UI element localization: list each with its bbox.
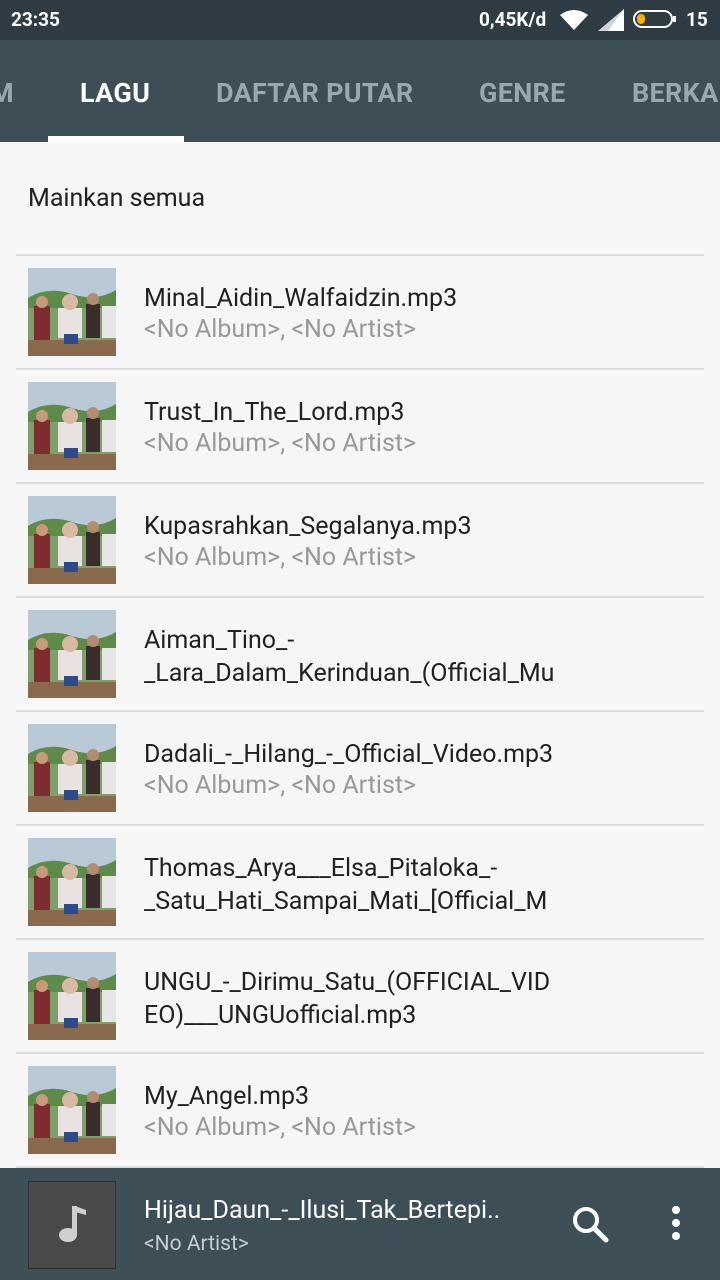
active-tab-indicator (48, 136, 184, 142)
battery-icon (633, 10, 677, 28)
music-note-icon (59, 1206, 86, 1242)
song-thumbnail (28, 838, 116, 926)
wifi-icon (560, 9, 588, 36)
album-art[interactable] (28, 1181, 116, 1269)
song-title: Kupasrahkan_Segalanya.mp3 (144, 512, 472, 541)
song-thumbnail (28, 610, 116, 698)
tab-songs[interactable]: LAGU (80, 77, 150, 109)
now-playing-title[interactable]: Hijau_Daun_-_Ilusi_Tak_Bertepi.. (144, 1196, 500, 1225)
tab-album[interactable]: M (0, 77, 14, 109)
search-icon[interactable] (570, 1204, 610, 1248)
song-row[interactable]: My_Angel.mp3 <No Album>, <No Artist> (16, 1054, 704, 1168)
tab-genre[interactable]: GENRE (479, 77, 566, 109)
status-time: 23:35 (11, 8, 60, 31)
tab-folders[interactable]: BERKA (632, 77, 719, 109)
song-row[interactable]: Thomas_Arya___Elsa_Pitaloka_- _Satu_Hati… (16, 826, 704, 940)
song-row[interactable]: UNGU_-_Dirimu_Satu_(OFFICIAL_VID EO)___U… (16, 940, 704, 1054)
signal-icon (598, 9, 624, 36)
song-title: Minal_Aidin_Walfaidzin.mp3 (144, 284, 458, 313)
song-thumbnail (28, 268, 116, 356)
song-title: UNGU_-_Dirimu_Satu_(OFFICIAL_VID EO)___U… (144, 968, 551, 1030)
mini-player[interactable]: Hijau_Daun_-_Ilusi_Tak_Bertepi.. <No Art… (0, 1168, 720, 1280)
song-row[interactable]: Aiman_Tino_- _Lara_Dalam_Kerinduan_(Offi… (16, 598, 704, 712)
song-title: Dadali_-_Hilang_-_Official_Video.mp3 (144, 740, 554, 769)
status-bar: 23:35 0,45K/d 15 (0, 0, 720, 40)
song-title: Trust_In_The_Lord.mp3 (144, 398, 405, 427)
song-title: Aiman_Tino_- _Lara_Dalam_Kerinduan_(Offi… (144, 626, 555, 688)
song-thumbnail (28, 724, 116, 812)
song-subtitle: <No Album>, <No Artist> (144, 1113, 417, 1142)
song-subtitle: <No Album>, <No Artist> (144, 429, 417, 458)
song-subtitle: <No Album>, <No Artist> (144, 543, 417, 572)
now-playing-artist: <No Artist> (144, 1232, 249, 1256)
tab-bar: M LAGU DAFTAR PUTAR GENRE BERKA (0, 40, 720, 142)
song-row[interactable]: Dadali_-_Hilang_-_Official_Video.mp3 <No … (16, 712, 704, 826)
song-row[interactable]: Trust_In_The_Lord.mp3 <No Album>, <No Art… (16, 370, 704, 484)
battery-level: 15 (686, 8, 708, 31)
more-options-icon[interactable] (669, 1204, 683, 1248)
song-subtitle: <No Album>, <No Artist> (144, 771, 417, 800)
song-thumbnail (28, 496, 116, 584)
song-thumbnail (28, 952, 116, 1040)
song-title: Thomas_Arya___Elsa_Pitaloka_- _Satu_Hati… (144, 854, 548, 916)
song-subtitle: <No Album>, <No Artist> (144, 315, 417, 344)
song-title: My_Angel.mp3 (144, 1082, 310, 1111)
play-all-button[interactable]: Mainkan semua (28, 184, 205, 213)
song-row[interactable]: Kupasrahkan_Segalanya.mp3 <No Album>, <No… (16, 484, 704, 598)
song-list: Minal_Aidin_Walfaidzin.mp3 <No Album>, <N… (0, 256, 720, 1168)
tab-playlists[interactable]: DAFTAR PUTAR (216, 77, 414, 109)
song-row[interactable]: Minal_Aidin_Walfaidzin.mp3 <No Album>, <N… (16, 256, 704, 370)
song-thumbnail (28, 382, 116, 470)
song-thumbnail (28, 1066, 116, 1154)
network-speed: 0,45K/d (479, 8, 547, 31)
